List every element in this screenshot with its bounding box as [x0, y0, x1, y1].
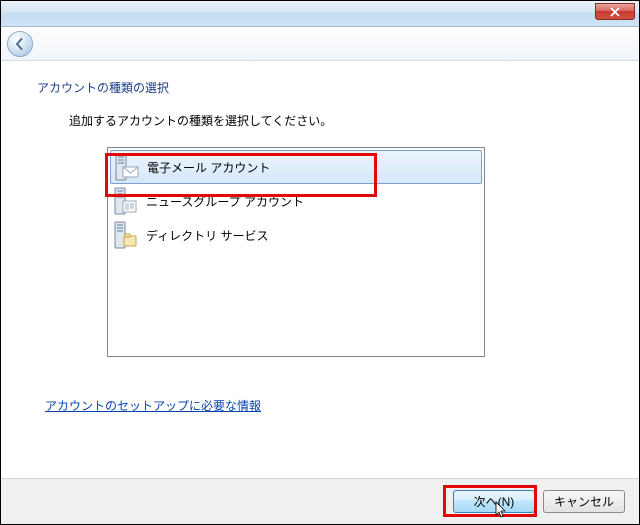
- account-type-list[interactable]: 電子メール アカウント ニュースグループ: [107, 147, 485, 357]
- navbar: [1, 27, 639, 61]
- list-item-email[interactable]: 電子メール アカウント: [110, 150, 482, 184]
- setup-info-link[interactable]: アカウントのセットアップに必要な情報: [45, 397, 261, 414]
- content-area: アカウントの種類の選択 追加するアカウントの種類を選択してください。 電子メール…: [1, 61, 639, 478]
- server-mail-icon: [113, 153, 141, 181]
- list-item-label: ニュースグループ アカウント: [146, 193, 304, 210]
- list-item-directory[interactable]: ディレクトリ サービス: [108, 218, 484, 252]
- back-button[interactable]: [7, 31, 33, 57]
- wizard-window: アカウントの種類の選択 追加するアカウントの種類を選択してください。 電子メール…: [1, 1, 639, 524]
- footer: 次へ(N) キャンセル: [1, 478, 639, 524]
- server-directory-icon: [112, 221, 140, 249]
- titlebar: [1, 1, 639, 27]
- list-item-label: 電子メール アカウント: [147, 159, 270, 176]
- next-button[interactable]: 次へ(N): [453, 490, 535, 513]
- close-icon: [610, 7, 620, 17]
- back-arrow-icon: [13, 37, 27, 51]
- list-item-newsgroup[interactable]: ニュースグループ アカウント: [108, 184, 484, 218]
- page-instruction: 追加するアカウントの種類を選択してください。: [69, 112, 603, 129]
- cancel-button[interactable]: キャンセル: [543, 490, 625, 513]
- list-item-label: ディレクトリ サービス: [146, 227, 269, 244]
- close-button[interactable]: [595, 3, 635, 20]
- page-heading: アカウントの種類の選択: [37, 79, 603, 96]
- server-news-icon: [112, 187, 140, 215]
